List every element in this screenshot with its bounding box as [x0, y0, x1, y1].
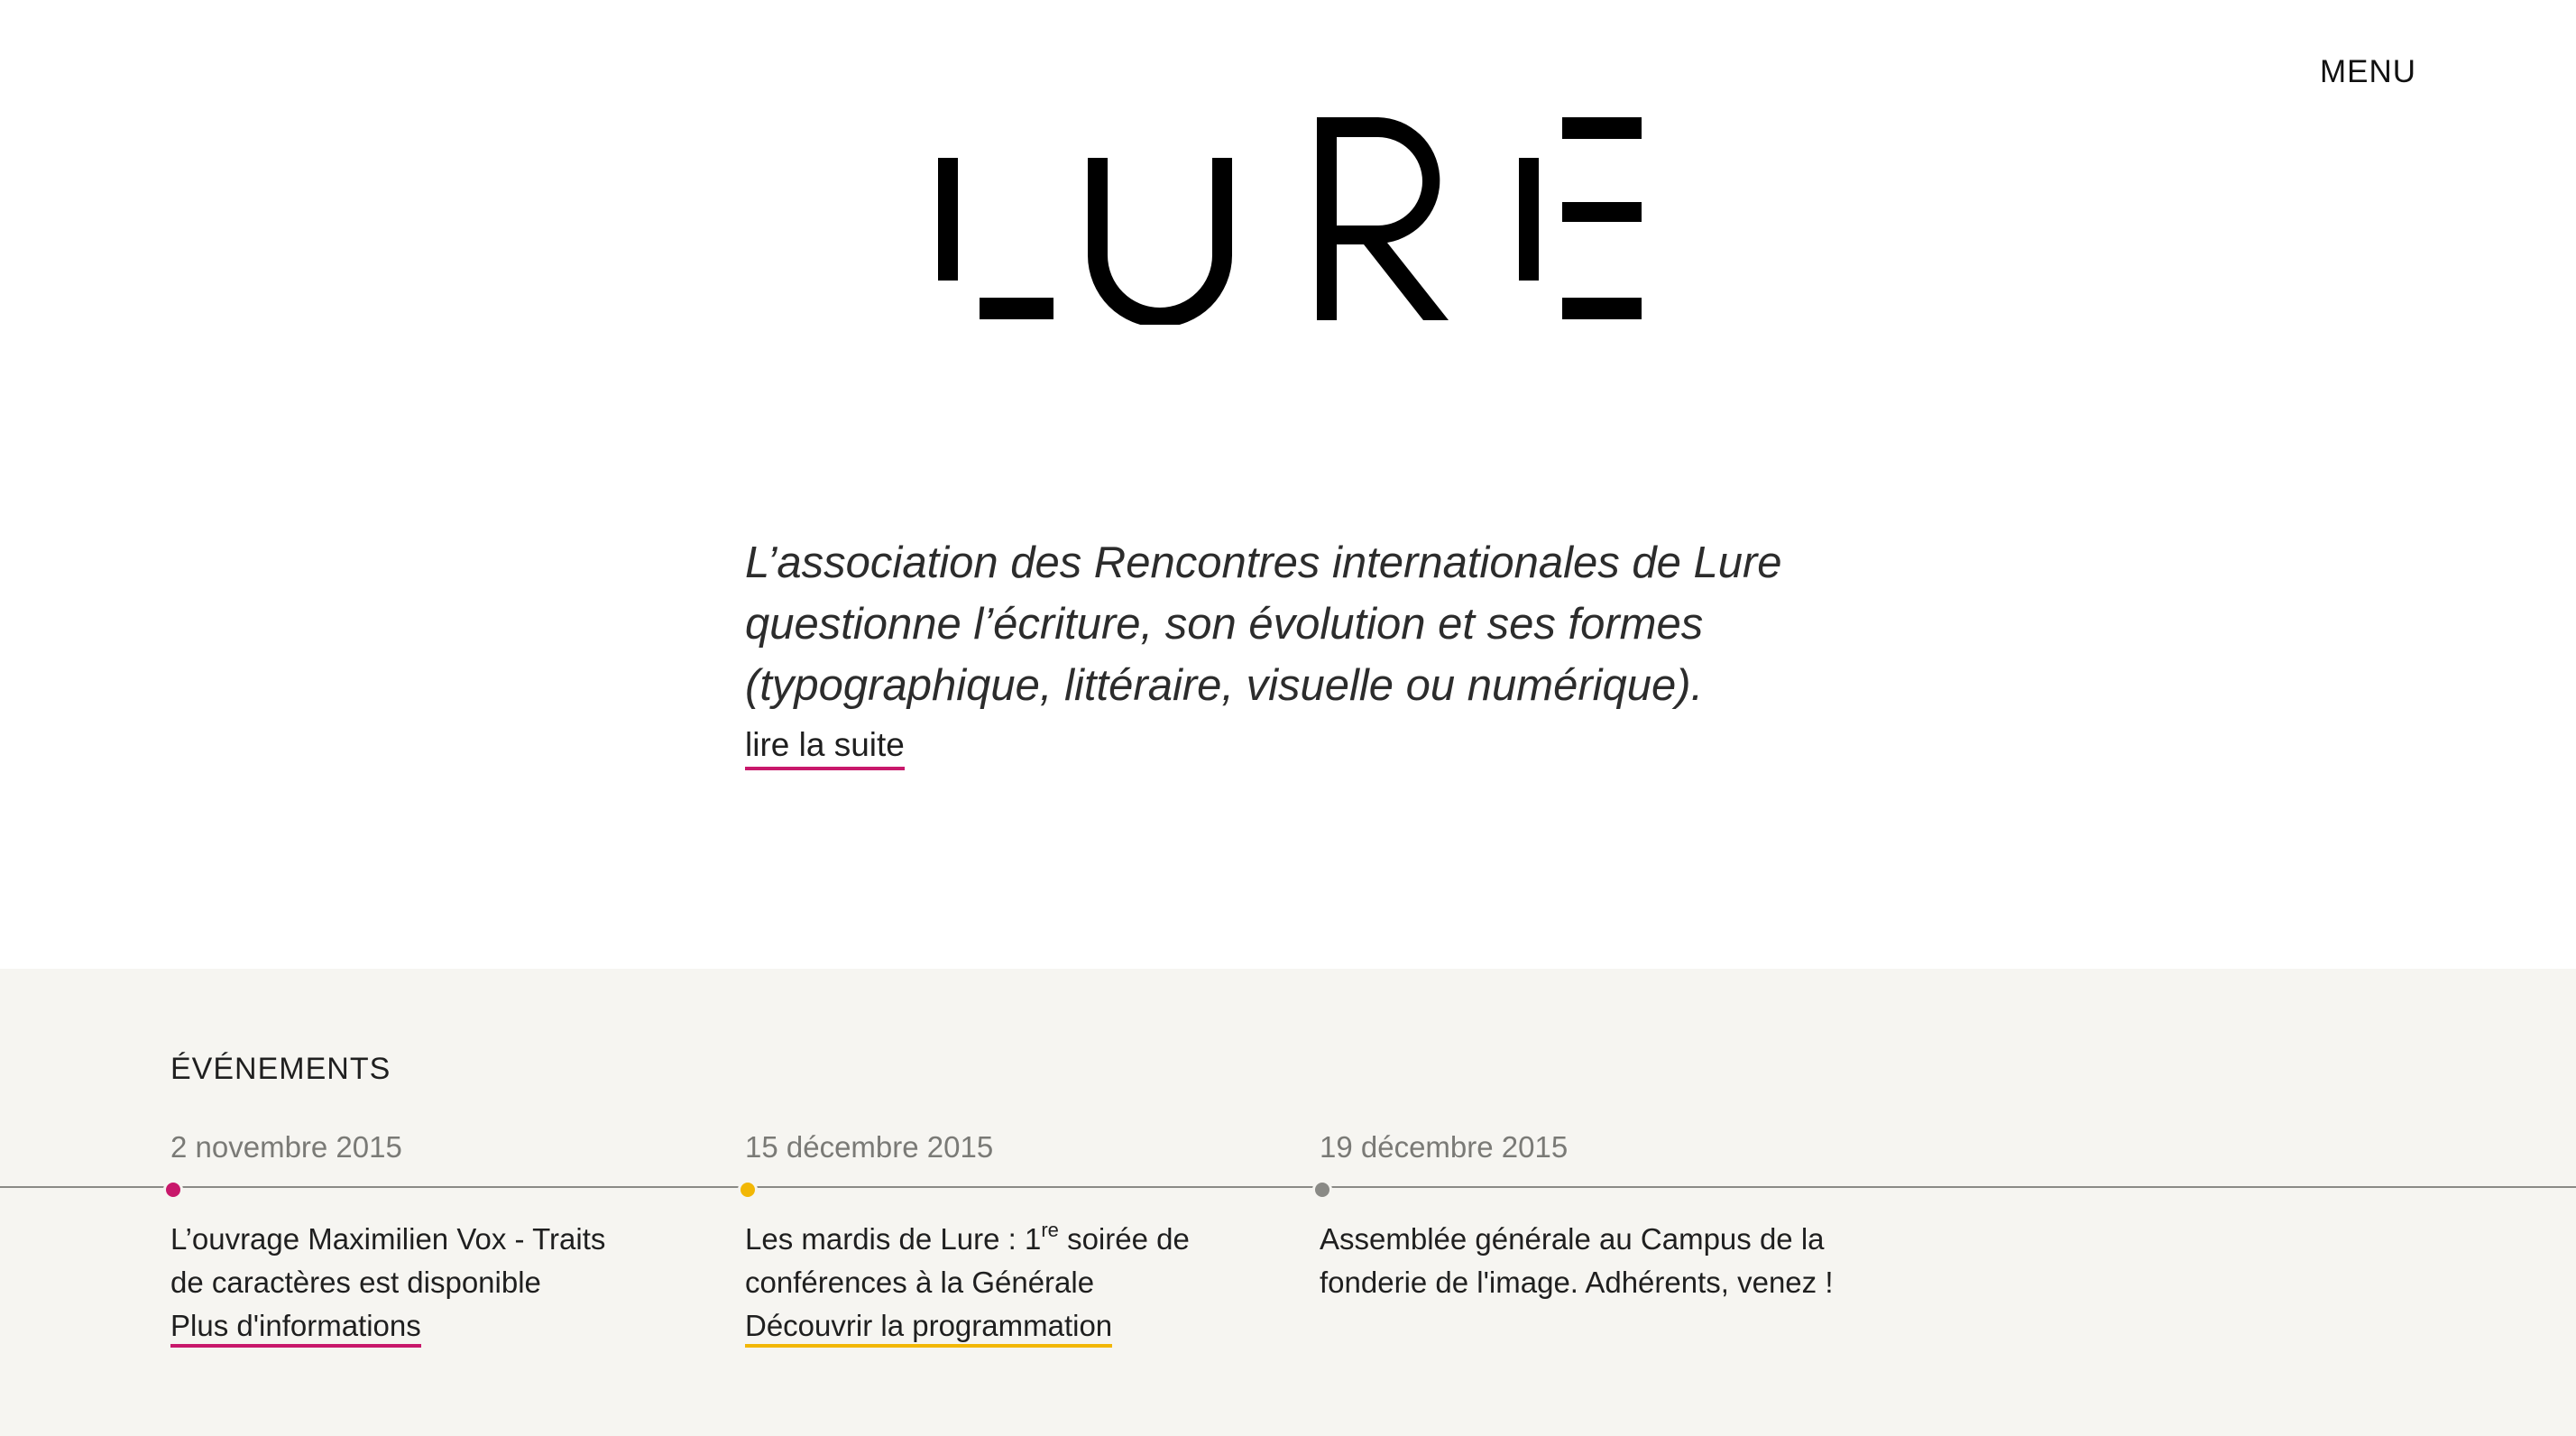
event-text: L’ouvrage Maximilien Vox - Traits de car…: [170, 1222, 606, 1299]
lure-logo-mark: [938, 117, 1642, 325]
event-text: Les mardis de Lure : 1: [745, 1222, 1042, 1256]
event-body: Assemblée générale au Campus de la fonde…: [1320, 1218, 1861, 1304]
event-description: L’ouvrage Maximilien Vox - Traits de car…: [170, 1218, 639, 1304]
event-description: Les mardis de Lure : 1re soirée de confé…: [745, 1218, 1214, 1304]
read-more-link[interactable]: lire la suite: [745, 723, 905, 770]
event-dot: [1312, 1180, 1332, 1200]
event-body: Les mardis de Lure : 1re soirée de confé…: [745, 1218, 1286, 1348]
events-heading: ÉVÉNEMENTS: [170, 1052, 391, 1086]
timeline-line: [0, 1186, 2576, 1188]
event-date: 19 décembre 2015: [1320, 1130, 1569, 1164]
event-date: 2 novembre 2015: [170, 1130, 402, 1164]
event-description: Assemblée générale au Campus de la fonde…: [1320, 1218, 1843, 1304]
events-section: ÉVÉNEMENTS 2 novembre 2015 L’ouvrage Max…: [0, 969, 2576, 1436]
event-date: 15 décembre 2015: [745, 1130, 994, 1164]
event-text: Assemblée générale au Campus de la fonde…: [1320, 1222, 1834, 1299]
lure-logo[interactable]: LURE: [934, 117, 1647, 325]
event-dot: [163, 1180, 183, 1200]
event-programme-link[interactable]: Découvrir la programmation: [745, 1308, 1113, 1348]
event-more-info-link[interactable]: Plus d'informations: [170, 1308, 421, 1348]
intro-paragraph: L’association des Rencontres internation…: [745, 532, 1872, 716]
event-item: 19 décembre 2015 Assemblée générale au C…: [1312, 1129, 1861, 1299]
event-item: 2 novembre 2015 L’ouvrage Maximilien Vox…: [163, 1129, 712, 1348]
intro-section: L’association des Rencontres internation…: [745, 532, 1872, 770]
intro-line: (typographique, littéraire, visuelle ou …: [745, 661, 1704, 710]
intro-line: L’association des Rencontres internation…: [745, 538, 1782, 587]
event-item: 15 décembre 2015 Les mardis de Lure : 1r…: [738, 1129, 1286, 1348]
intro-line: questionne l’écriture, son évolution et …: [745, 600, 1704, 649]
event-body: L’ouvrage Maximilien Vox - Traits de car…: [170, 1218, 712, 1348]
event-text-superscript: re: [1041, 1219, 1059, 1241]
menu-button[interactable]: MENU: [2320, 56, 2416, 87]
event-dot: [738, 1180, 758, 1200]
logo-text: LURE: [934, 325, 935, 326]
